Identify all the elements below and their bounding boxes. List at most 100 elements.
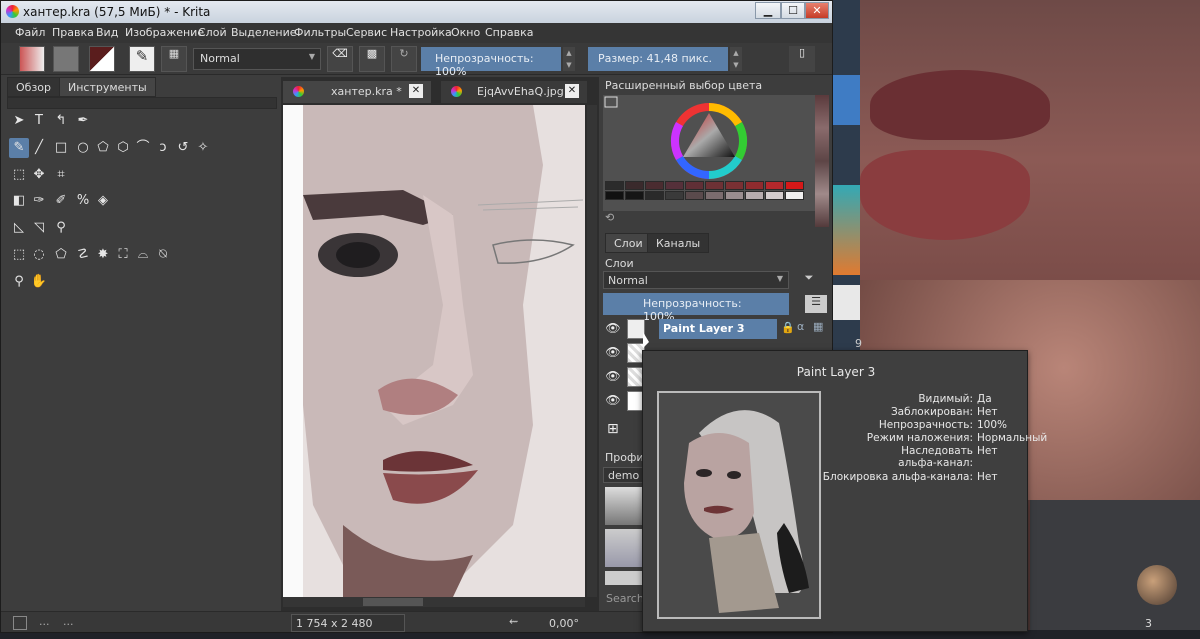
doc-tab-jpg[interactable]: EjqAvvEhaQ.jpg * ✕	[441, 81, 587, 103]
select-shape-icon[interactable]: ➤	[9, 111, 29, 131]
painting-canvas[interactable]	[283, 105, 585, 597]
minimize-button[interactable]: ▁	[755, 2, 781, 19]
layer-properties-icon[interactable]: ☰	[805, 295, 827, 313]
colorize-mask-icon[interactable]: %	[73, 191, 93, 211]
assistant-tool-icon[interactable]: ◹	[29, 218, 49, 238]
menu-layer[interactable]: Слой	[198, 26, 227, 39]
vertical-scrollbar[interactable]	[587, 105, 597, 597]
brush-tag-select[interactable]: demo	[603, 467, 643, 483]
recent-colors-strip[interactable]	[815, 95, 829, 227]
bezier-select-icon[interactable]: ⌓	[133, 245, 153, 265]
horizontal-scrollbar[interactable]	[283, 597, 585, 607]
multibrush-icon[interactable]: ✧	[193, 138, 213, 158]
ellipse-select-icon[interactable]: ◌	[29, 245, 49, 265]
reference-tool-icon[interactable]: ⚲	[51, 218, 71, 238]
visibility-eye-icon[interactable]: 👁	[605, 345, 621, 359]
smart-patch-icon[interactable]: ✐	[51, 191, 71, 211]
rotate-icon[interactable]: ⇜	[509, 615, 518, 628]
freehand-brush-icon[interactable]: ✎	[9, 138, 29, 158]
contiguous-select-icon[interactable]: ✸	[93, 245, 113, 265]
portrait-painting	[283, 105, 585, 597]
transform-tool-icon[interactable]: ⬚	[9, 165, 29, 185]
menu-settings[interactable]: Настройка	[390, 26, 452, 39]
brush-preset-thumb[interactable]	[605, 487, 643, 525]
eraser-icon[interactable]: ⌫	[327, 46, 353, 72]
move-tool-icon[interactable]: ✥	[29, 165, 49, 185]
menu-help[interactable]: Справка	[485, 26, 533, 39]
avatar[interactable]	[1137, 565, 1177, 605]
tab-channels[interactable]: Каналы	[647, 233, 710, 253]
measure-tool-icon[interactable]: ◺	[9, 218, 29, 238]
text-tool-icon[interactable]: T	[29, 111, 49, 131]
visibility-eye-icon[interactable]: 👁	[605, 393, 621, 407]
color-selector[interactable]	[603, 95, 815, 211]
magnetic-select-icon[interactable]: ⍉	[153, 245, 173, 265]
polygon-tool-icon[interactable]: ⬠	[93, 138, 113, 158]
opacity-slider[interactable]: Непрозрачность: 100%	[421, 47, 561, 78]
add-layer-icon[interactable]: ⊞	[607, 421, 619, 437]
pan-tool-icon[interactable]: ✋	[29, 272, 49, 292]
size-slider[interactable]: Размер: 41,48 пикс.	[588, 47, 728, 71]
menu-window[interactable]: Окно	[451, 26, 480, 39]
layer-row[interactable]: 👁 Paint Layer 3 🔒 α ▦	[601, 317, 827, 341]
close-tab-icon[interactable]: ✕	[565, 84, 579, 98]
blend-mode-select[interactable]: Normal ▼	[193, 48, 321, 70]
freehand-path-icon[interactable]: ↄ	[153, 138, 173, 158]
inherit-alpha-icon[interactable]: ▦	[813, 320, 823, 333]
menu-view[interactable]: Вид	[96, 26, 118, 39]
fg-bg-color-icon[interactable]	[89, 46, 115, 72]
visibility-eye-icon[interactable]: 👁	[605, 321, 621, 335]
size-spin[interactable]: ▲ ▼	[730, 47, 742, 71]
alpha-lock-icon[interactable]: ▩	[359, 46, 385, 72]
crop-tool-icon[interactable]: ⌗	[51, 165, 71, 185]
polyline-tool-icon[interactable]: ⬡	[113, 138, 133, 158]
selection-mode-icon[interactable]	[13, 616, 27, 630]
reload-preset-icon[interactable]: ↻	[391, 46, 417, 72]
brush-preset-icon[interactable]: ✎	[129, 46, 155, 72]
title-bar[interactable]: хантер.kra (57,5 МиБ) * - Krita ▁ ☐ ✕	[1, 1, 832, 23]
layer-blend-select[interactable]: Normal ▼	[603, 271, 789, 289]
line-tool-icon[interactable]: ╱	[29, 138, 49, 158]
tab-tools[interactable]: Инструменты	[59, 77, 156, 97]
menu-select[interactable]: Выделение	[231, 26, 297, 39]
ellipse-tool-icon[interactable]: ○	[73, 138, 93, 158]
doc-tab-hunter[interactable]: хантер.kra * ✕	[283, 81, 431, 103]
gradient-tool-icon[interactable]: ◧	[9, 191, 29, 211]
zoom-tool-icon[interactable]: ⚲	[9, 272, 29, 292]
lock-icon[interactable]: 🔒	[781, 321, 795, 334]
brush-preset-thumb[interactable]	[605, 529, 643, 567]
brush-editor-icon[interactable]: ▦	[161, 46, 187, 72]
visibility-eye-icon[interactable]: 👁	[605, 369, 621, 383]
rect-select-icon[interactable]: ⬚	[9, 245, 29, 265]
gradient-picker[interactable]	[19, 46, 45, 72]
filter-icon[interactable]: ⏷	[793, 271, 825, 289]
fill-tool-icon[interactable]: ◈	[93, 191, 113, 211]
freehand-select-icon[interactable]: ☡	[73, 245, 93, 265]
color-picker-icon[interactable]: ✑	[29, 191, 49, 211]
menu-image[interactable]: Изображение	[125, 26, 204, 39]
pattern-picker[interactable]	[53, 46, 79, 72]
similar-select-icon[interactable]: ⛶	[113, 245, 133, 265]
tab-overview[interactable]: Обзор	[7, 77, 61, 97]
menu-edit[interactable]: Правка	[52, 26, 94, 39]
close-button[interactable]: ✕	[805, 2, 829, 19]
edit-shape-icon[interactable]: ↰	[51, 111, 71, 131]
rectangle-tool-icon[interactable]: □	[51, 138, 71, 158]
opacity-spin[interactable]: ▲ ▼	[563, 47, 575, 71]
dynamic-brush-icon[interactable]: ↺	[173, 138, 193, 158]
menu-filters[interactable]: Фильтры	[294, 26, 346, 39]
polygon-select-icon[interactable]: ⬠	[51, 245, 71, 265]
menu-tools[interactable]: Сервис	[346, 26, 387, 39]
new-document-icon[interactable]: ▯	[789, 46, 815, 72]
brush-preset-thumb[interactable]	[605, 571, 643, 585]
brush-search-input[interactable]: Search	[603, 591, 644, 607]
refresh-icon[interactable]: ⟲	[605, 211, 614, 224]
tab-layers[interactable]: Слои	[605, 233, 652, 253]
calligraphy-icon[interactable]: ✒	[73, 111, 93, 131]
bezier-tool-icon[interactable]: ⌒	[133, 138, 153, 158]
layer-opacity-slider[interactable]: Непрозрачность: 100%	[603, 293, 789, 323]
menu-file[interactable]: Файл	[15, 26, 45, 39]
alpha-icon[interactable]: α	[797, 320, 804, 333]
close-tab-icon[interactable]: ✕	[409, 84, 423, 98]
maximize-button[interactable]: ☐	[781, 2, 805, 19]
